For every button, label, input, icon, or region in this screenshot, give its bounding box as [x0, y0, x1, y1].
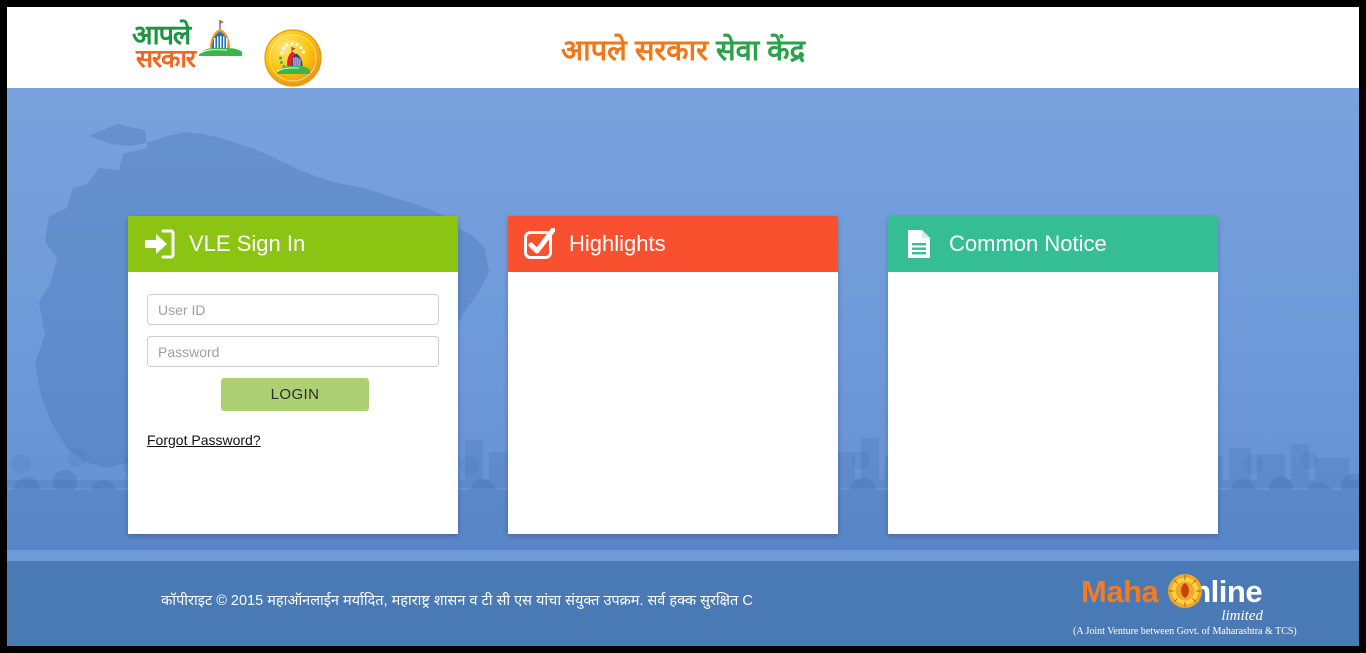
vle-signin-panel-body: LOGIN Forgot Password? — [128, 272, 458, 534]
vle-signin-panel: VLE Sign In LOGIN Forgot Password? — [128, 216, 458, 534]
highlights-panel-header: Highlights — [508, 216, 838, 272]
page-title-part1: आपले सरकार — [561, 35, 708, 67]
document-lines-icon — [908, 230, 930, 258]
common-notice-panel-header: Common Notice — [888, 216, 1218, 272]
sign-in-arrow-icon — [145, 229, 175, 259]
common-notice-panel-body — [888, 272, 1218, 534]
page-root: आपले सरकार आपले सरकार सेवा केंद्र VLE Si… — [7, 7, 1359, 646]
footer-divider-strip — [7, 550, 1359, 561]
login-button[interactable]: LOGIN — [221, 378, 369, 411]
forgot-password-link[interactable]: Forgot Password? — [147, 432, 261, 448]
common-notice-panel-title: Common Notice — [949, 231, 1107, 256]
highlights-panel-title: Highlights — [569, 231, 666, 256]
page-title-part2: सेवा केंद्र — [716, 35, 805, 67]
mahaonline-word-part1: Maha — [1081, 574, 1159, 609]
password-input[interactable] — [147, 336, 439, 367]
vle-signin-panel-title: VLE Sign In — [189, 231, 306, 256]
mahaonline-tagline: (A Joint Venture between Govt. of Mahara… — [1073, 626, 1297, 637]
user-id-input[interactable] — [147, 294, 439, 325]
mahaonline-limited-text: limited — [1221, 608, 1263, 624]
site-footer: कॉपीराइट © 2015 महाऑनलाईन मर्यादित, महार… — [7, 561, 1359, 646]
common-notice-panel: Common Notice — [888, 216, 1218, 534]
page-title: आपले सरकार सेवा केंद्र — [7, 33, 1359, 69]
copyright-text: कॉपीराइट © 2015 महाऑनलाईन मर्यादित, महार… — [161, 593, 753, 609]
golden-medallion-icon — [1168, 574, 1202, 608]
highlights-panel: Highlights — [508, 216, 838, 534]
checkbox-checked-icon — [524, 228, 555, 259]
vle-signin-panel-header: VLE Sign In — [128, 216, 458, 272]
mahaonline-logo[interactable]: Maha nline limited (A Joint Venture betwe… — [1073, 572, 1297, 642]
hero-stage: VLE Sign In LOGIN Forgot Password? Highl… — [7, 88, 1359, 550]
highlights-panel-body — [508, 272, 838, 534]
site-header: आपले सरकार आपले सरकार सेवा केंद्र — [7, 7, 1359, 88]
